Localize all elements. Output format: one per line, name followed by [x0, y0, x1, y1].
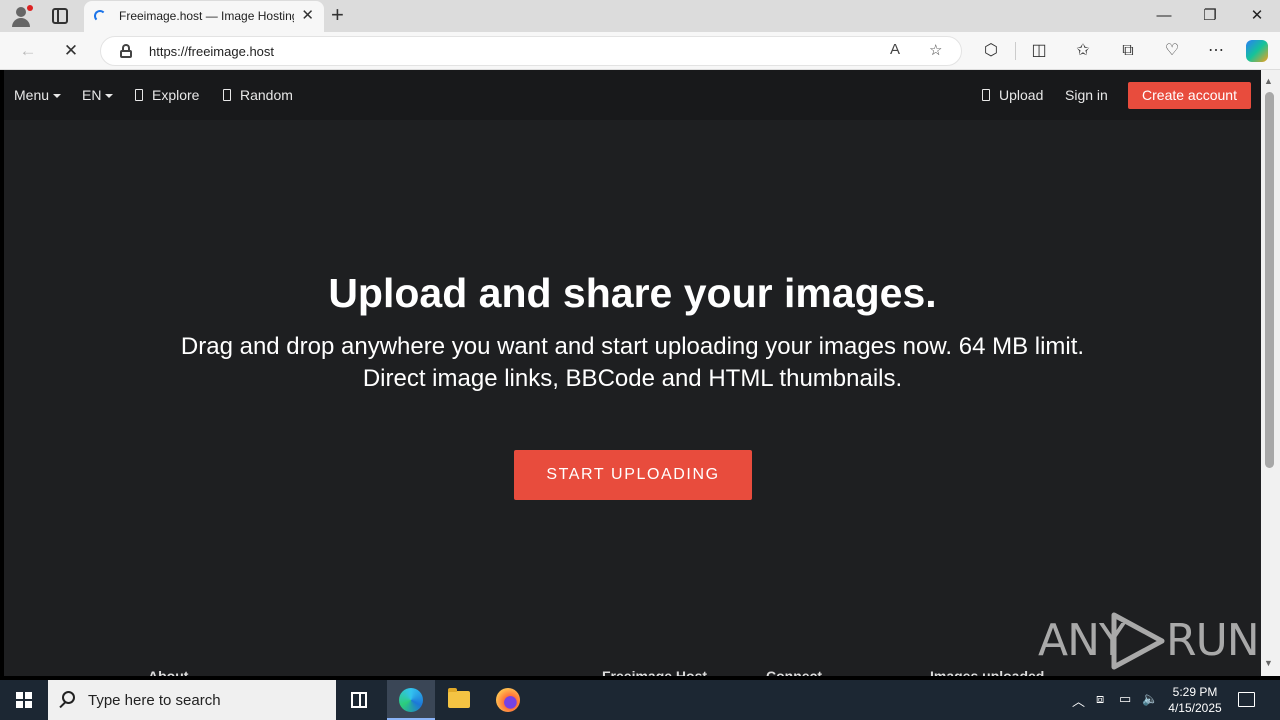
- hero-subtitle-line: Direct image links, BBCode and HTML thum…: [362, 365, 903, 392]
- task-view-icon: [351, 692, 367, 708]
- upload-label: Upload: [999, 87, 1044, 103]
- upload-link[interactable]: Upload: [982, 87, 1043, 103]
- extensions-icon[interactable]: ⬡: [980, 40, 1002, 62]
- hero-subtitle: Drag and drop anywhere you want and star…: [4, 331, 1261, 395]
- menu-dropdown[interactable]: Menu: [14, 87, 62, 103]
- lock-icon[interactable]: [120, 44, 132, 58]
- firefox-taskbar-button[interactable]: [484, 680, 532, 720]
- firefox-icon: [496, 688, 520, 712]
- favorites-icon[interactable]: ✩: [1072, 40, 1094, 62]
- footer-heading-freeimage: Freeimage.Host: [602, 668, 708, 676]
- file-explorer-taskbar-button[interactable]: [435, 680, 483, 720]
- search-placeholder: Type here to search: [88, 692, 221, 709]
- create-account-button[interactable]: Create account: [1128, 82, 1251, 109]
- caret-down-icon: [105, 94, 114, 99]
- tab-title: Freeimage.host — Image Hosting: [119, 9, 294, 23]
- show-hidden-icons-chevron-icon[interactable]: ︿: [1072, 691, 1085, 710]
- favorite-star-icon[interactable]: ☆: [929, 41, 942, 59]
- play-triangle-icon: [1111, 612, 1165, 670]
- footer-heading-images-uploaded: Images uploaded: [930, 668, 1045, 676]
- device-icon[interactable]: ⧈: [1096, 691, 1104, 707]
- more-menu-icon[interactable]: ⋯: [1205, 40, 1227, 62]
- notifications-icon[interactable]: [1238, 692, 1255, 707]
- scroll-thumb[interactable]: [1265, 92, 1274, 468]
- menu-label: Menu: [14, 87, 50, 103]
- hero-title: Upload and share your images.: [328, 270, 937, 316]
- loading-spinner-icon: [94, 10, 106, 22]
- new-tab-icon[interactable]: +: [331, 3, 344, 27]
- folder-icon: [448, 688, 470, 708]
- windows-start-icon[interactable]: [16, 692, 32, 708]
- stop-loading-icon[interactable]: ✕: [60, 40, 82, 62]
- windows-taskbar: Type here to search ︿ ⧈ ▭ 🔈 5:29 PM 4/15…: [0, 680, 1280, 720]
- search-icon: [62, 691, 75, 704]
- caret-down-icon: [53, 94, 62, 99]
- upload-icon: [982, 89, 990, 101]
- site-top-nav: Menu EN Explore Random Upload Sign in Cr…: [4, 70, 1261, 120]
- url-text[interactable]: https://freeimage.host: [149, 44, 274, 59]
- restore-icon[interactable]: ❐: [1200, 6, 1220, 26]
- window-close-icon[interactable]: ✕: [1247, 6, 1267, 26]
- language-label: EN: [82, 87, 102, 103]
- random-label: Random: [240, 87, 293, 103]
- footer-heading-about: About: [148, 668, 189, 676]
- taskbar-clock[interactable]: 5:29 PM 4/15/2025: [1160, 684, 1230, 716]
- profile-icon[interactable]: [10, 5, 33, 27]
- random-link[interactable]: Random: [223, 87, 293, 103]
- clock-time: 5:29 PM: [1172, 685, 1218, 699]
- network-icon[interactable]: ▭: [1119, 691, 1131, 707]
- tab-actions-icon[interactable]: [52, 8, 68, 24]
- scroll-up-icon[interactable]: ▲: [1264, 76, 1273, 86]
- hero-subtitle-line: Drag and drop anywhere you want and star…: [180, 333, 1085, 360]
- page-scrollbar[interactable]: ▲ ▼: [1261, 70, 1280, 676]
- watermark-text: RUN: [1166, 615, 1260, 666]
- back-icon[interactable]: ←: [17, 40, 39, 62]
- edge-icon: [399, 688, 423, 712]
- explore-label: Explore: [152, 87, 200, 103]
- browser-tab-bar: Freeimage.host — Image Hosting ✕ + — ❐ ✕: [0, 0, 1280, 32]
- copilot-icon[interactable]: [1246, 40, 1268, 62]
- browser-essentials-icon[interactable]: ♡: [1161, 40, 1183, 62]
- start-uploading-button[interactable]: START UPLOADING: [514, 450, 752, 500]
- random-icon: [223, 89, 231, 101]
- browser-tab[interactable]: Freeimage.host — Image Hosting ✕: [84, 1, 324, 32]
- scroll-down-icon[interactable]: ▼: [1264, 658, 1273, 668]
- web-page: Menu EN Explore Random Upload Sign in Cr…: [4, 70, 1261, 676]
- clock-date: 4/15/2025: [1168, 701, 1222, 715]
- read-aloud-icon[interactable]: A: [890, 41, 900, 58]
- volume-icon[interactable]: 🔈: [1142, 691, 1158, 707]
- tab-close-icon[interactable]: ✕: [301, 7, 314, 25]
- sign-in-link[interactable]: Sign in: [1065, 87, 1108, 103]
- explore-link[interactable]: Explore: [135, 87, 199, 103]
- minimize-icon[interactable]: —: [1154, 6, 1174, 26]
- anyrun-watermark: ANY RUN: [1038, 607, 1260, 673]
- address-bar[interactable]: https://freeimage.host A ☆: [100, 36, 962, 66]
- explore-icon: [135, 89, 143, 101]
- collections-icon[interactable]: ⧉: [1117, 40, 1139, 62]
- split-screen-icon[interactable]: ◫: [1028, 40, 1050, 62]
- toolbar-divider: [1015, 42, 1016, 60]
- task-view-button[interactable]: [336, 680, 384, 720]
- taskbar-search[interactable]: Type here to search: [48, 680, 336, 720]
- edge-taskbar-button[interactable]: [387, 680, 435, 720]
- language-dropdown[interactable]: EN: [82, 87, 114, 103]
- footer-heading-connect: Connect: [766, 668, 822, 676]
- browser-toolbar: ← ✕ https://freeimage.host A ☆ ⬡ ◫ ✩ ⧉ ♡…: [0, 32, 1280, 70]
